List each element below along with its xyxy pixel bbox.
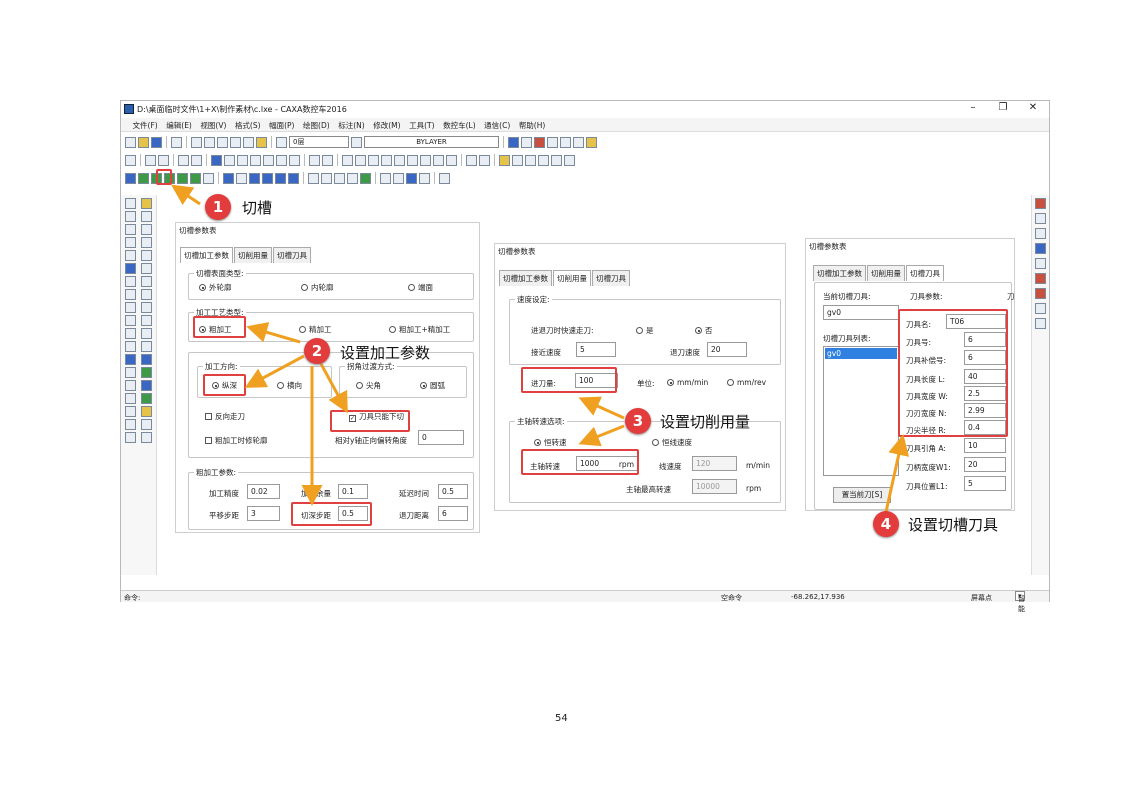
arrow: [578, 424, 625, 447]
annotation-arrows: [171, 184, 909, 513]
step-badge-1: 1: [205, 194, 231, 220]
step-badge-3: 3: [625, 408, 651, 434]
arrow: [578, 396, 625, 420]
arrow: [171, 184, 201, 206]
step-label-2: 设置加工参数: [340, 344, 431, 362]
arrow: [244, 354, 305, 388]
step-badge-4: 4: [873, 511, 899, 537]
step-label-4: 设置切槽刀具: [908, 516, 999, 534]
page-number: 54: [555, 713, 568, 724]
arrow: [884, 434, 909, 513]
arrow: [246, 322, 301, 344]
step-label-3: 设置切削用量: [660, 413, 751, 431]
step-badge-2: 2: [304, 338, 330, 364]
arrow: [318, 361, 348, 414]
step-label-1: 切槽: [242, 199, 273, 217]
